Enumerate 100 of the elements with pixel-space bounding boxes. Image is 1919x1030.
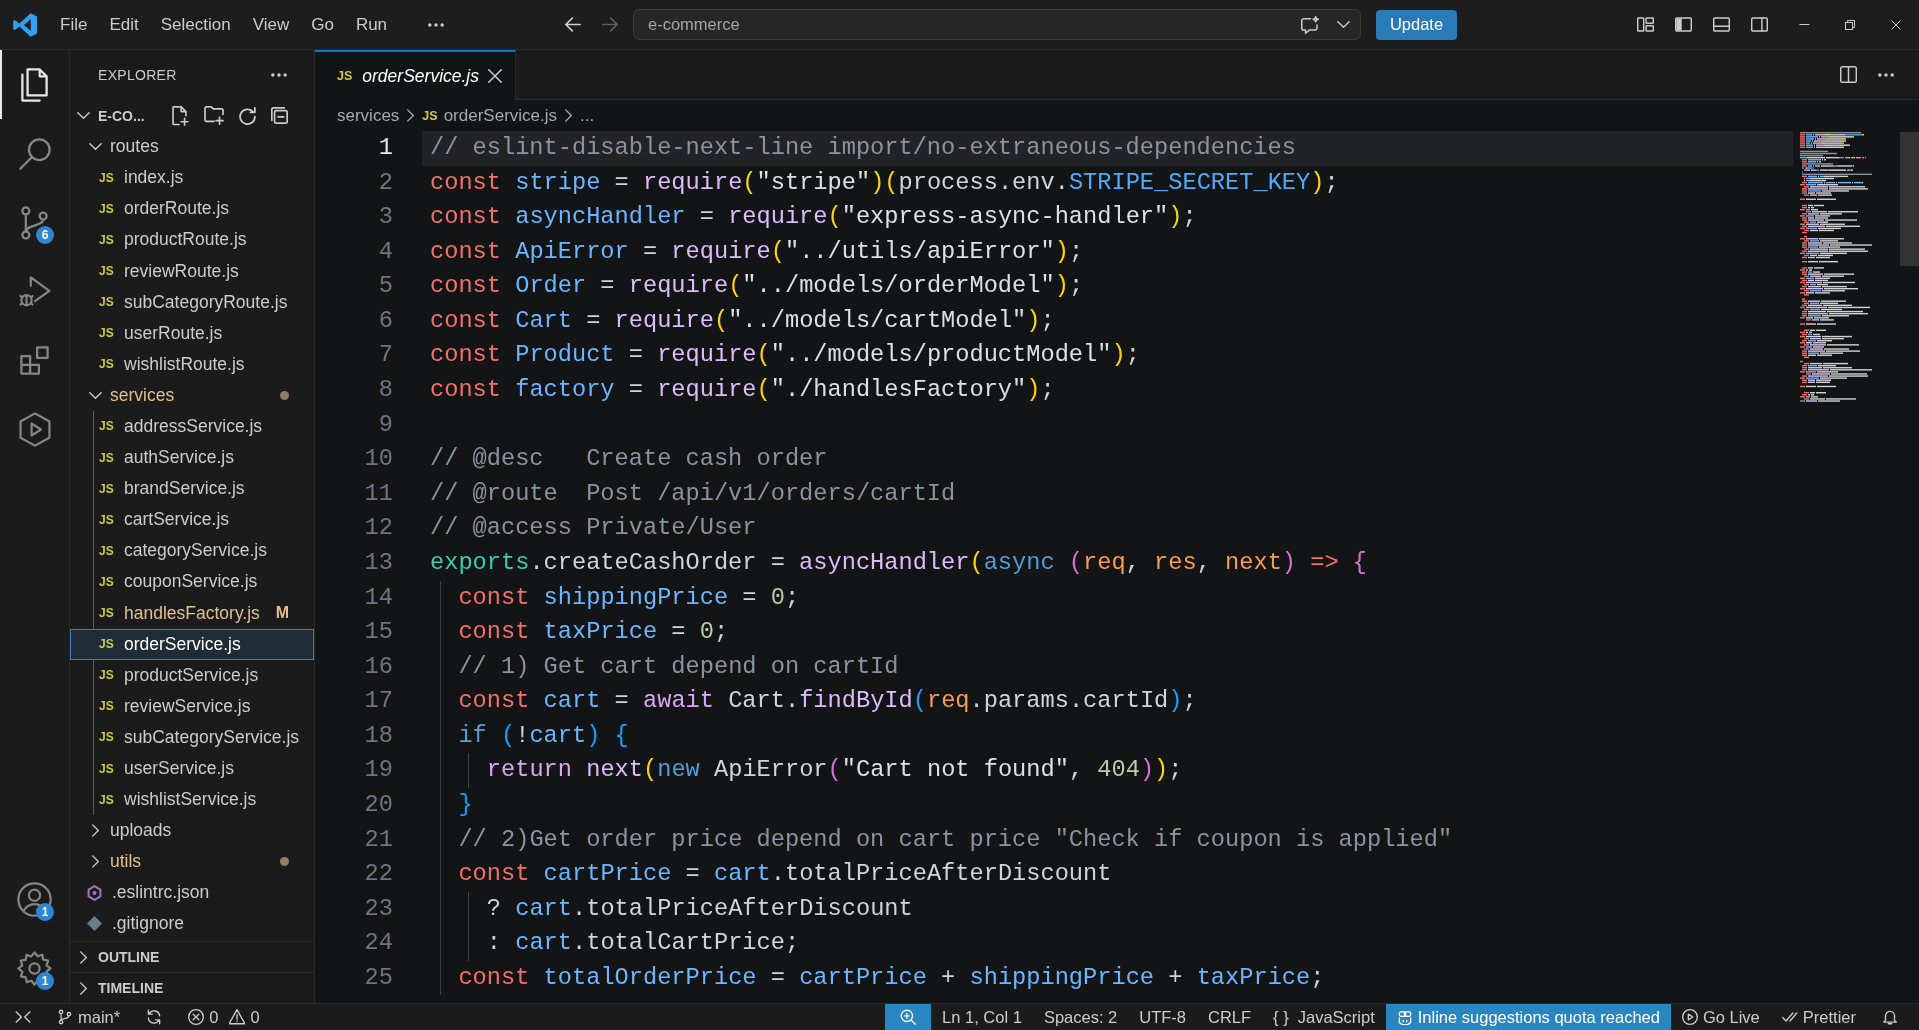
tree-item[interactable]: JS cartService.js (70, 504, 314, 536)
tree-item[interactable]: JS subCategoryRoute.js (70, 286, 314, 318)
tree-item[interactable]: JS orderService.js (70, 628, 314, 660)
tree-item[interactable]: uploads (70, 815, 314, 847)
tree-item[interactable]: routes (70, 131, 314, 163)
tree-item[interactable]: JS reviewRoute.js (70, 255, 314, 287)
robot-icon[interactable] (1396, 1009, 1413, 1025)
tree-item[interactable]: JS authService.js (70, 442, 314, 474)
chevron-right-icon[interactable] (91, 855, 99, 869)
tree-item[interactable]: JS wishlistService.js (70, 784, 314, 816)
tree-item[interactable]: JS subCategoryService.js (70, 721, 314, 753)
section-header[interactable]: OUTLINE (70, 941, 314, 972)
update-button[interactable]: Update (1376, 9, 1457, 40)
error-icon[interactable] (188, 1009, 205, 1025)
menu-item[interactable]: Run (344, 9, 399, 40)
menu-item[interactable]: File (49, 9, 99, 40)
chevron-down-icon[interactable] (88, 143, 102, 151)
tree-item[interactable]: JS categoryService.js (70, 535, 314, 567)
menu-item[interactable]: Go (300, 9, 345, 40)
chevron-down-icon[interactable] (1337, 21, 1350, 28)
menu-item[interactable]: Edit (98, 9, 150, 40)
sync-icon[interactable] (146, 1009, 163, 1025)
breadcrumb-item[interactable]: JS orderService.js (422, 105, 558, 126)
restore-icon[interactable] (1845, 19, 1855, 30)
status-item[interactable]: Prettier (1770, 1004, 1867, 1030)
minimize-icon[interactable] (1798, 24, 1810, 25)
collapse-all-icon[interactable] (271, 107, 288, 125)
chevron-right-icon[interactable] (79, 950, 87, 964)
right-panel-icon[interactable] (1751, 17, 1768, 32)
status-item[interactable]: CRLF (1197, 1004, 1263, 1030)
left-panel-icon[interactable] (1675, 17, 1692, 32)
status-item[interactable]: 0 0 (177, 1004, 271, 1030)
bell-icon[interactable] (1882, 1009, 1898, 1025)
status-item[interactable]: Ln 1, Col 1 (931, 1004, 1033, 1030)
scrollbar-thumb[interactable] (1900, 132, 1919, 266)
status-item[interactable]: { } JavaScript (1262, 1004, 1386, 1030)
account-icon[interactable] (17, 882, 52, 917)
tree-item[interactable]: JS userRoute.js (70, 317, 314, 349)
code-line: const cart = await Cart.findById(req.params.cartId); (422, 684, 1197, 719)
tree-item[interactable]: .gitignore (70, 908, 314, 940)
menu-item[interactable]: View (241, 9, 301, 40)
status-item[interactable]: Inline suggestions quota reached (1385, 1004, 1671, 1030)
tree-item[interactable]: services (70, 379, 314, 411)
settings-icon[interactable] (17, 951, 52, 986)
tree-item[interactable]: JS index.js (70, 162, 314, 194)
tree-item[interactable]: E-CO... (70, 100, 314, 132)
status-item[interactable]: main* (46, 1004, 132, 1030)
status-item[interactable]: Spaces: 2 (1032, 1004, 1129, 1030)
layout-icon[interactable] (1637, 17, 1654, 32)
tree-item[interactable]: JS reviewService.js (70, 690, 314, 722)
tree-item[interactable]: JS couponService.js (70, 566, 314, 598)
back-arrow-icon[interactable] (565, 17, 581, 32)
tree-item[interactable]: JS userService.js (70, 752, 314, 785)
refresh-icon[interactable] (239, 106, 256, 125)
search-icon[interactable] (18, 137, 51, 170)
new-folder-icon[interactable] (204, 106, 224, 126)
chevron-down-icon[interactable] (76, 112, 90, 120)
tree-item[interactable]: JS addressService.js (70, 410, 314, 443)
chat-sparkle-icon[interactable] (1301, 15, 1319, 34)
close-icon[interactable] (1891, 19, 1901, 30)
command-center[interactable]: e-commerce (633, 9, 1361, 40)
extensions-icon[interactable] (20, 346, 49, 375)
forward-arrow-icon[interactable] (602, 17, 618, 32)
branch-icon[interactable] (57, 1009, 73, 1025)
menu-item[interactable]: Selection (149, 9, 242, 40)
files-icon[interactable] (21, 67, 48, 102)
more-icon[interactable] (271, 73, 287, 77)
tree-item[interactable]: JS productService.js (70, 659, 314, 691)
code-line: const Product = require("../models/productModel"); (429, 340, 1140, 371)
status-item[interactable]: UTF-8 (1128, 1004, 1197, 1030)
breadcrumb-item[interactable]: services (337, 105, 400, 126)
tree-item[interactable]: JS wishlistRoute.js (70, 348, 314, 380)
close-icon[interactable] (488, 69, 502, 83)
tree-item[interactable]: .eslintrc.json (70, 877, 314, 909)
tree-item[interactable]: utils (70, 846, 314, 878)
editor-tab[interactable]: JS orderService.js (315, 50, 516, 100)
zoom-in-icon[interactable] (900, 1009, 917, 1025)
remote-icon[interactable] (15, 1009, 31, 1025)
more-icon[interactable] (428, 22, 445, 27)
split-editor-icon[interactable] (1840, 66, 1857, 83)
chevron-right-icon[interactable] (79, 981, 87, 995)
line-number: 5 (377, 271, 393, 302)
run-debug-icon[interactable] (18, 276, 51, 307)
bottom-panel-icon[interactable] (1713, 17, 1730, 32)
new-file-icon[interactable] (172, 105, 189, 126)
tree-item[interactable]: JS brandService.js (70, 473, 314, 505)
breadcrumb-item[interactable]: ... (580, 105, 595, 126)
hexagon-icon[interactable] (18, 412, 51, 447)
more-icon[interactable] (1878, 72, 1894, 77)
status-item[interactable]: Go Live (1670, 1004, 1771, 1030)
status-button[interactable] (885, 1004, 932, 1030)
tree-item[interactable]: JS handlesFactory.js M (70, 597, 314, 629)
js-icon: JS (99, 699, 114, 714)
tree-item[interactable]: JS productRoute.js (70, 224, 314, 256)
source-control-icon[interactable] (21, 205, 48, 240)
chevron-down-icon[interactable] (88, 391, 102, 399)
tree-item[interactable]: JS orderRoute.js (70, 193, 314, 225)
chevron-right-icon[interactable] (91, 824, 99, 838)
line-number: 6 (377, 305, 393, 336)
warning-icon[interactable] (229, 1009, 246, 1025)
